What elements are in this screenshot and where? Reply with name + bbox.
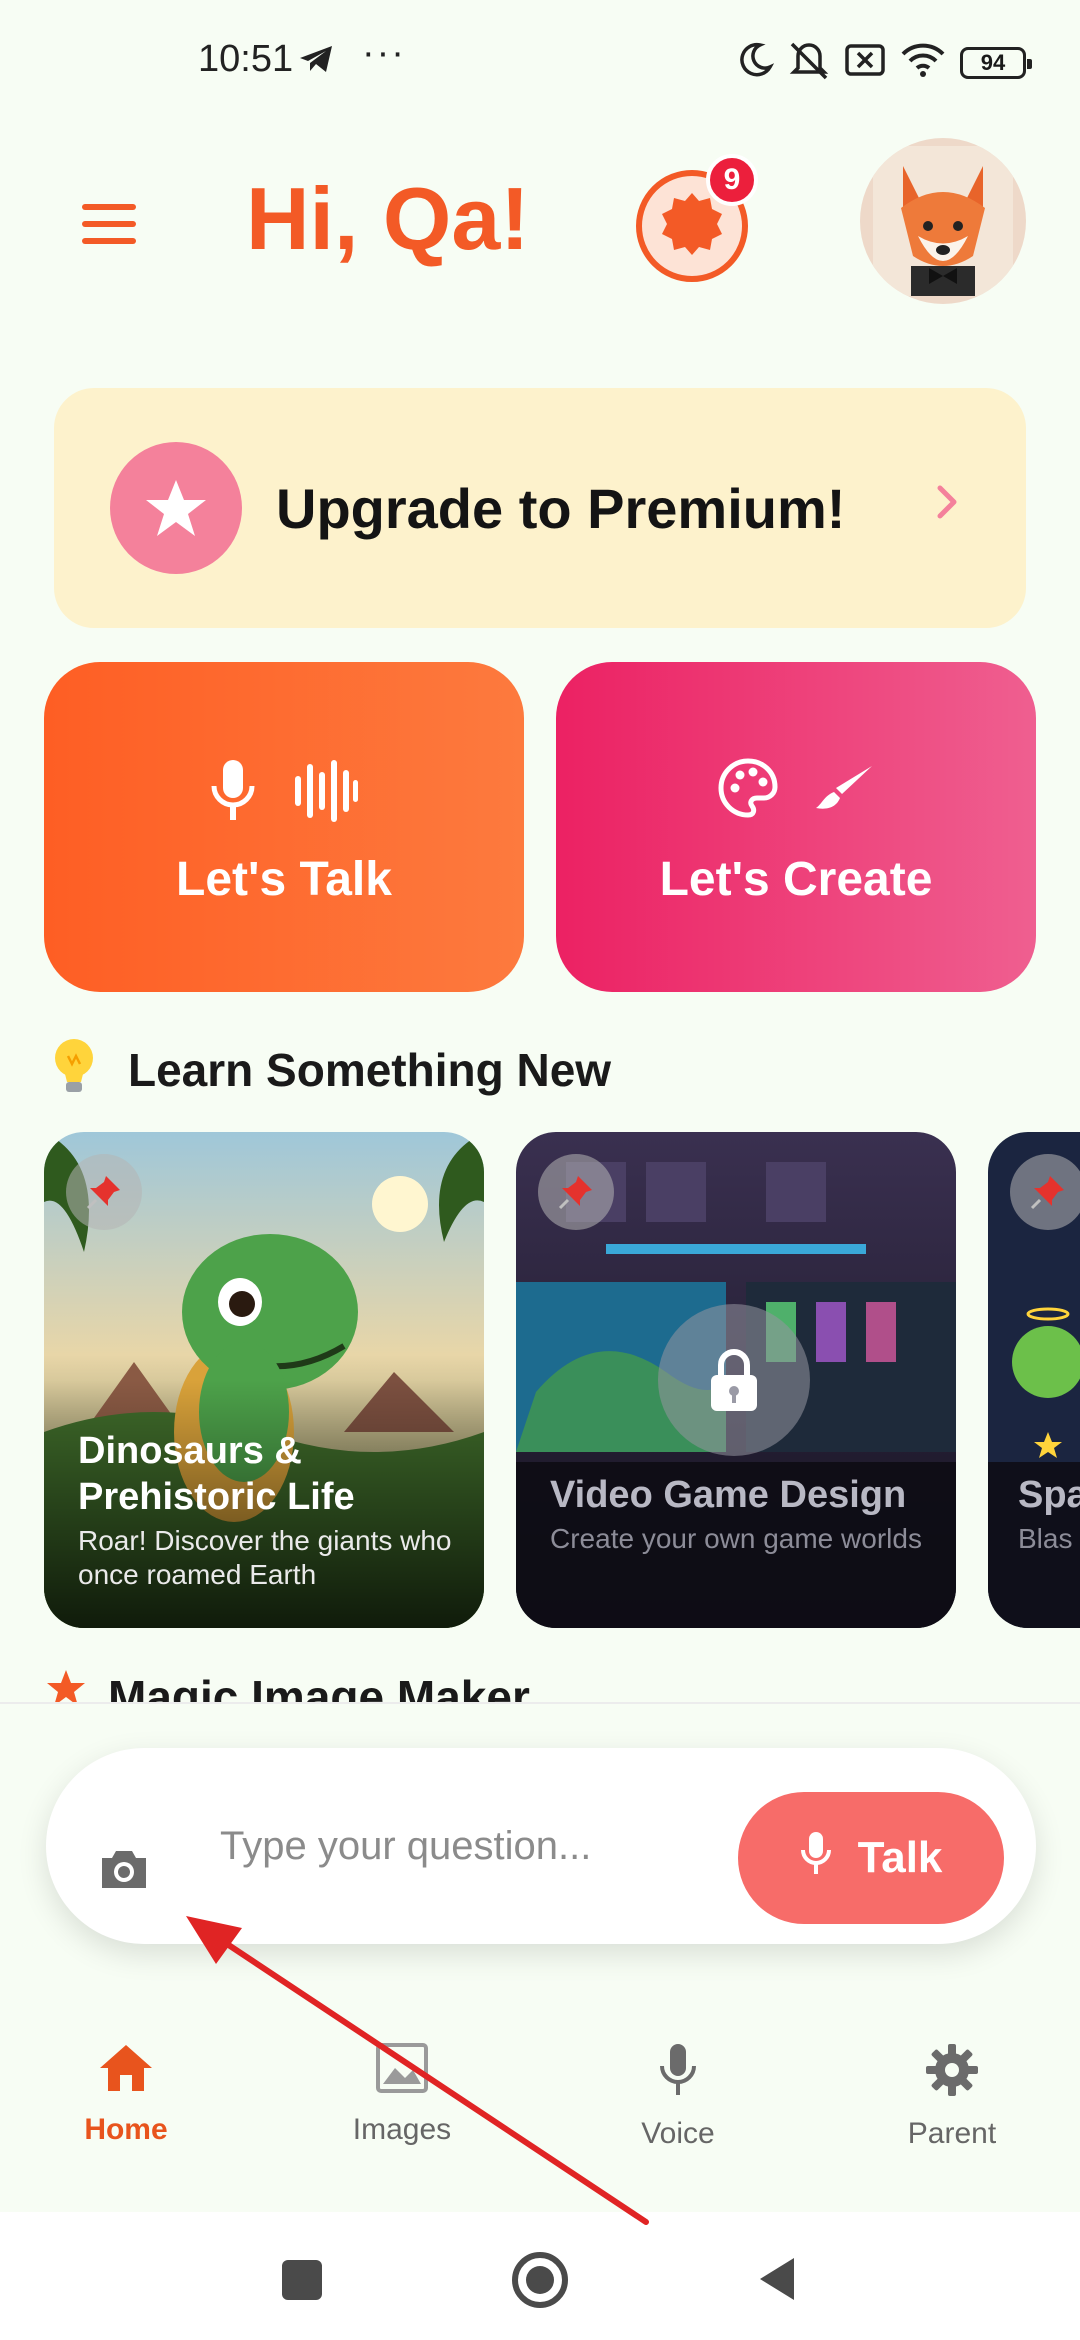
battery-indicator: 94 [960,46,1032,79]
microphone-icon [800,1830,832,1887]
badge-seal-icon [659,191,725,262]
lets-talk-button[interactable]: Let's Talk [44,662,524,992]
bottom-navigation: Home Images Voice Parent [0,2024,1080,2164]
upgrade-premium-banner[interactable]: Upgrade to Premium! [54,388,1026,628]
nav-images-label: Images [352,2113,452,2146]
home-icon [98,2045,154,2098]
image-icon [375,2043,429,2098]
nav-voice-label: Voice [641,2117,715,2150]
star-icon [110,442,242,574]
mute-icon [788,40,830,85]
hamburger-menu-icon[interactable] [82,204,136,244]
greeting-title: Hi, Qa! [246,169,530,268]
lets-talk-label: Let's Talk [176,853,392,906]
question-input[interactable]: Type your question... [220,1824,591,1869]
status-bar: 10:51 ··· 94 [0,0,1080,120]
nav-voice[interactable]: Voice [578,2042,778,2151]
card-title: Dinosaurs & Prehistoric Life [78,1430,355,1518]
system-home-button[interactable] [512,2252,568,2308]
card-description: Roar! Discover the giants who once roame… [78,1525,452,1590]
learn-section-title: Learn Something New [128,1043,612,1096]
palette-icon [718,758,778,823]
learn-card-video-game-design[interactable]: Video Game Design Create your own game w… [516,1132,956,1628]
moon-icon [736,41,775,84]
learn-card-dinosaurs[interactable]: Dinosaurs & Prehistoric Life Roar! Disco… [44,1132,484,1628]
learn-cards-carousel[interactable]: Dinosaurs & Prehistoric Life Roar! Disco… [44,1132,1080,1628]
status-time: 10:51 [198,38,294,80]
nav-parent-label: Parent [907,2117,997,2150]
back-button[interactable] [758,2256,798,2307]
lets-create-button[interactable]: Let's Create [556,662,1036,992]
microphone-icon [209,758,257,829]
nav-home[interactable]: Home [26,2042,226,2147]
gear-icon [924,2044,980,2102]
lets-create-label: Let's Create [659,853,933,906]
premium-label: Upgrade to Premium! [276,477,846,540]
nav-parent[interactable]: Parent [852,2042,1052,2151]
pin-icon[interactable] [1010,1154,1080,1230]
pin-icon[interactable] [66,1154,142,1230]
lightbulb-icon [50,1036,98,1103]
fox-avatar-icon [873,146,1013,296]
status-more-dots: ··· [362,32,406,74]
profile-avatar[interactable] [860,138,1026,304]
card-title: Spa [1018,1474,1080,1516]
telegram-icon [298,44,334,79]
system-navigation-bar [0,2212,1080,2340]
learn-card-space[interactable]: Spa Blas syste [988,1132,1080,1628]
camera-icon[interactable] [98,1848,150,1895]
notification-count-badge: 9 [706,154,758,206]
talk-button[interactable]: Talk [738,1792,1004,1924]
paintbrush-icon [814,762,874,819]
wifi-icon [900,42,946,83]
card-description: Blas syste [1018,1523,1080,1554]
card-description: Create your own game worlds [550,1523,922,1554]
learn-section-header: Learn Something New [50,1036,611,1103]
recents-button[interactable] [282,2260,322,2300]
nav-home-label: Home [84,2113,168,2146]
sound-wave-icon [293,758,359,829]
pin-icon[interactable] [538,1154,614,1230]
talk-button-label: Talk [857,1833,943,1882]
lock-icon [658,1304,810,1456]
microphone-icon [658,2044,698,2102]
sim-x-icon [844,43,886,82]
chevron-right-icon [936,482,960,527]
question-input-bar[interactable]: Type your question... Talk [46,1748,1036,1944]
status-icons: 94 [736,40,1032,85]
card-title: Video Game Design [550,1474,907,1516]
nav-images[interactable]: Images [302,2042,502,2147]
